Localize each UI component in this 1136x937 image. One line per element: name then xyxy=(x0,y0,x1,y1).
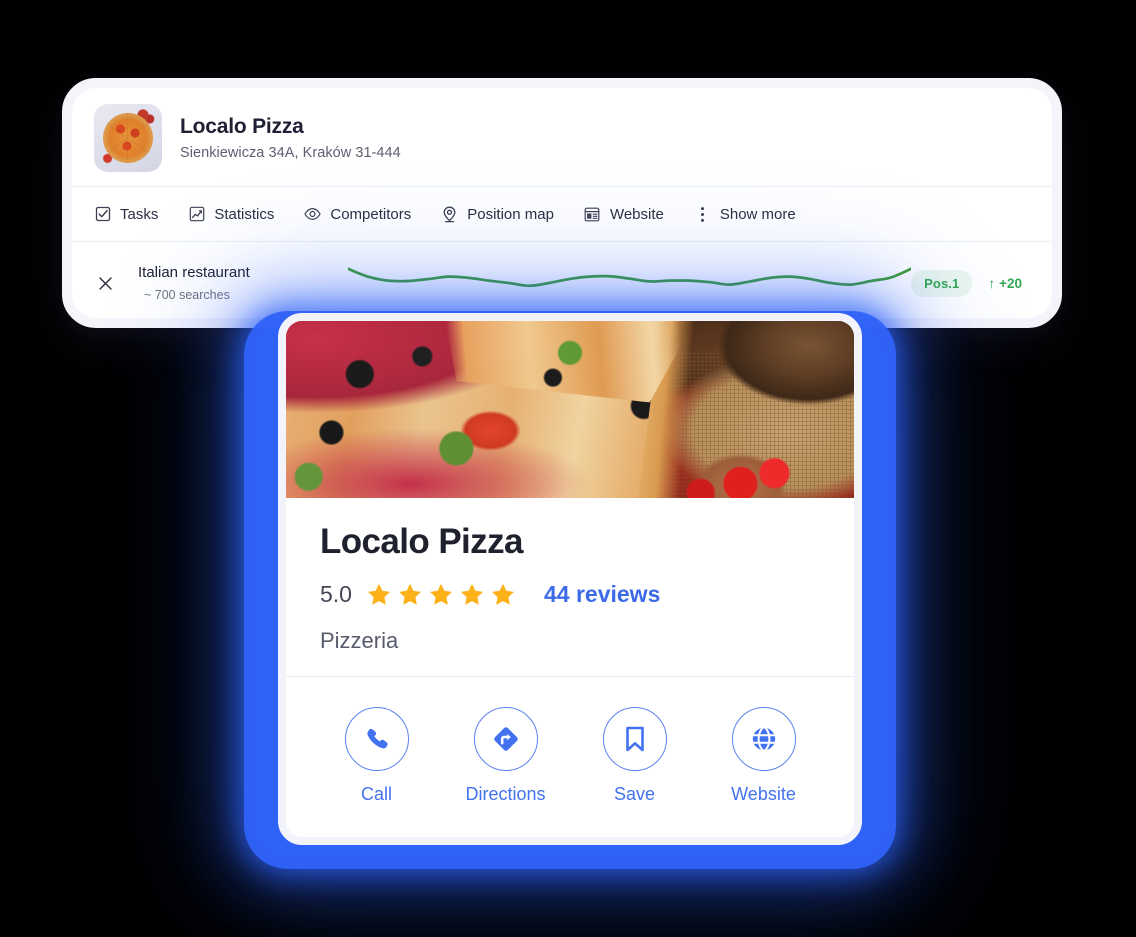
keyword-text: Italian restaurant ~ 700 searches xyxy=(138,264,348,302)
business-address: Sienkiewicza 34A, Kraków 31-444 xyxy=(180,145,401,161)
three-dots-vertical-icon xyxy=(694,206,711,223)
action-label: Save xyxy=(613,783,656,804)
sparkline-svg xyxy=(348,267,912,288)
keyword-searches: ~ 700 searches xyxy=(144,288,230,302)
phone-icon xyxy=(344,706,409,771)
rating-row: 5.0 44 reviews xyxy=(320,581,820,608)
position-sparkline-chart xyxy=(348,259,912,307)
dashboard-card: Localo Pizza Sienkiewicza 34A, Kraków 31… xyxy=(62,78,1062,328)
star-icon xyxy=(399,584,421,605)
call-button[interactable]: Call xyxy=(323,706,431,805)
bookmark-icon xyxy=(602,706,667,771)
action-label: Directions xyxy=(465,783,546,804)
tab-position-map[interactable]: Position map xyxy=(441,206,554,223)
checkbox-checked-icon xyxy=(94,206,111,223)
globe-icon xyxy=(731,706,796,771)
pizza-photo xyxy=(286,321,854,498)
gmb-body: Localo Pizza 5.0 44 reviews Pizzeria xyxy=(286,498,854,676)
eye-icon xyxy=(304,206,322,223)
business-meta: Localo Pizza Sienkiewicza 34A, Kraków 31… xyxy=(180,115,401,161)
browser-window-icon xyxy=(584,206,601,223)
directions-diamond-icon xyxy=(473,706,538,771)
keyword-name: Italian restaurant xyxy=(138,264,250,281)
tab-label: Competitors xyxy=(330,205,412,223)
close-icon[interactable] xyxy=(94,272,116,294)
directions-button[interactable]: Directions xyxy=(452,706,560,805)
chart-bars-icon xyxy=(188,206,205,223)
dashboard-header: Localo Pizza Sienkiewicza 34A, Kraków 31… xyxy=(72,88,1052,186)
tab-label: Statistics xyxy=(214,205,275,223)
keyword-metrics: Pos.1 ↑ +20 xyxy=(911,269,1034,297)
rating-value: 5.0 xyxy=(320,580,352,607)
tab-show-more[interactable]: Show more xyxy=(694,206,796,223)
status-badge: Pos.1 xyxy=(911,269,973,297)
page-title: Localo Pizza xyxy=(320,522,523,561)
tab-label: Website xyxy=(609,205,664,223)
star-icon xyxy=(492,584,514,605)
tab-label: Position map xyxy=(467,205,554,223)
tab-statistics[interactable]: Statistics xyxy=(188,206,274,223)
delta-value: +20 xyxy=(999,275,1022,291)
star-icon xyxy=(368,584,390,605)
tab-competitors[interactable]: Competitors xyxy=(304,206,411,223)
photo-tomato-bowl-layer xyxy=(286,321,854,498)
star-icon xyxy=(461,584,483,605)
save-button[interactable]: Save xyxy=(581,706,689,805)
keyword-row: Italian restaurant ~ 700 searches Pos.1 … xyxy=(72,242,1052,318)
tab-website[interactable]: Website xyxy=(584,206,664,223)
position-delta: ↑ +20 xyxy=(988,276,1022,291)
action-label: Call xyxy=(360,783,392,804)
google-business-profile-card: Localo Pizza 5.0 44 reviews Pizzeria Cal… xyxy=(278,313,862,845)
tab-label: Tasks xyxy=(120,205,159,223)
tab-tasks[interactable]: Tasks xyxy=(94,206,158,223)
business-name: Localo Pizza xyxy=(180,115,304,138)
website-button[interactable]: Website xyxy=(710,706,818,805)
pizza-thumbnail-icon xyxy=(94,104,162,172)
tab-label: Show more xyxy=(719,205,796,223)
business-category: Pizzeria xyxy=(320,627,399,653)
action-label: Website xyxy=(731,783,796,804)
gmb-action-bar: Call Directions Save Website xyxy=(286,675,854,805)
map-pin-icon xyxy=(441,206,458,223)
dashboard-tabs: Tasks Statistics Competitors Position ma… xyxy=(72,186,1052,242)
star-icon xyxy=(430,584,452,605)
reviews-link[interactable]: 44 reviews xyxy=(544,581,660,608)
star-rating xyxy=(366,581,516,607)
arrow-up-icon: ↑ xyxy=(988,275,996,291)
